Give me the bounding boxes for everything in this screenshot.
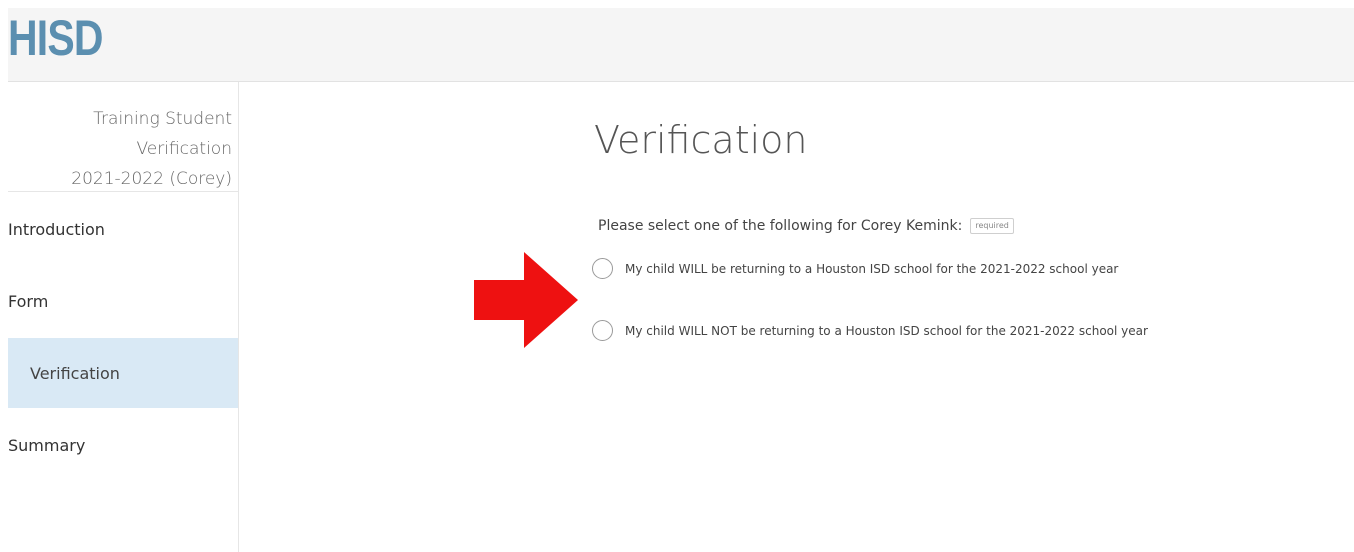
sidebar: Training Student Verification 2021-2022 … [0,82,239,552]
option-returning[interactable]: My child WILL be returning to a Houston … [592,258,1118,279]
radio-not-returning[interactable] [592,320,613,341]
required-badge: required [970,218,1014,234]
sidebar-title: Training Student Verification 2021-2022 … [8,104,232,194]
question-prompt: Please select one of the following for C… [598,218,1014,234]
sidebar-item-introduction[interactable]: Introduction [8,194,238,264]
sidebar-title-line1: Training Student Verification [93,109,232,159]
option-not-returning[interactable]: My child WILL NOT be returning to a Hous… [592,320,1148,341]
sidebar-item-label: Form [8,291,49,311]
option-returning-label[interactable]: My child WILL be returning to a Houston … [625,262,1118,276]
sidebar-item-form[interactable]: Form [8,266,238,336]
sidebar-item-label: Verification [30,363,120,383]
sidebar-item-summary[interactable]: Summary [8,410,238,480]
hisd-logo[interactable]: HISD [8,8,104,68]
sidebar-title-line2: 2021-2022 (Corey) [71,169,232,189]
sidebar-item-label: Introduction [8,219,105,239]
question-text: Please select one of the following for C… [598,218,963,234]
page-title: Verification [594,118,808,162]
header: HISD [8,8,1354,82]
radio-returning[interactable] [592,258,613,279]
sidebar-item-verification[interactable]: Verification [8,338,238,408]
option-not-returning-label[interactable]: My child WILL NOT be returning to a Hous… [625,324,1148,338]
red-arrow-icon [474,252,578,348]
sidebar-item-label: Summary [8,435,86,455]
divider [8,191,239,192]
page: HISD Training Student Verification 2021-… [0,0,1354,552]
